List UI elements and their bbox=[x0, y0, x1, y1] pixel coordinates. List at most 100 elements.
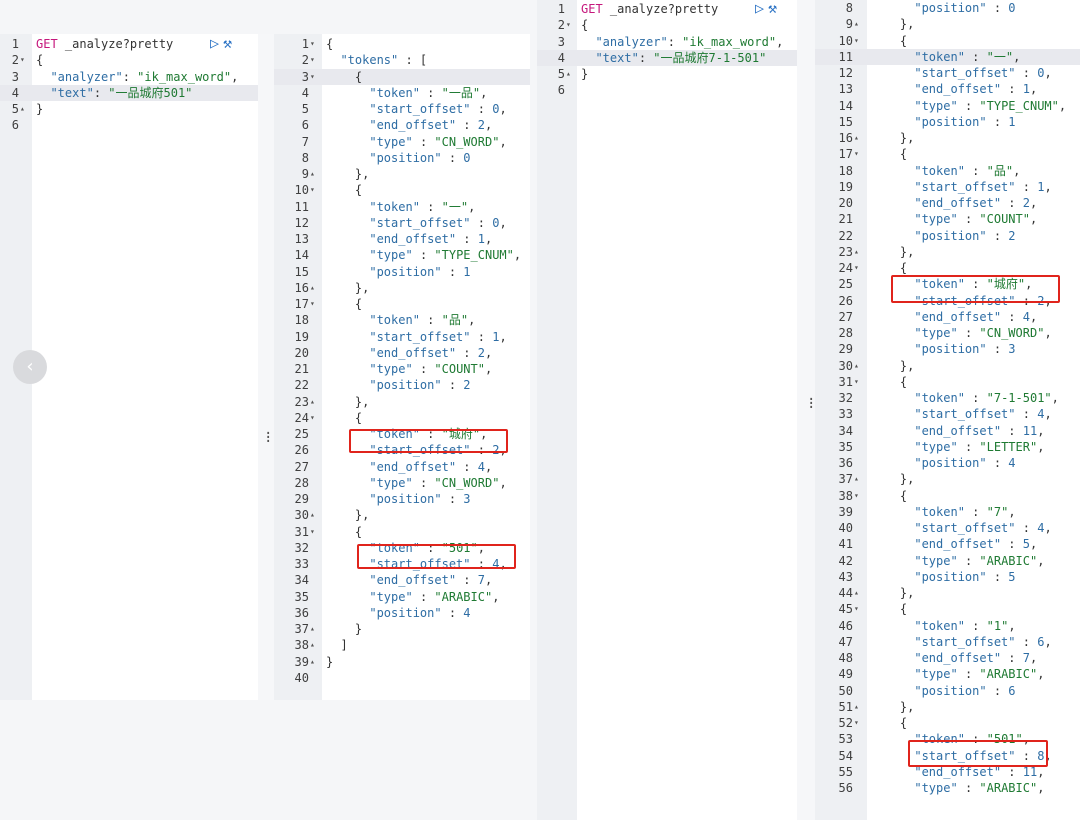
fold-close-icon[interactable]: ▴ bbox=[854, 358, 859, 374]
previous-screenshot-icon[interactable]: ‹ bbox=[13, 350, 47, 384]
fold-open-icon[interactable]: ▾ bbox=[310, 296, 315, 312]
line-number: 21 bbox=[838, 212, 853, 227]
code-token: , bbox=[499, 102, 507, 116]
fold-open-icon[interactable]: ▾ bbox=[20, 52, 25, 68]
code-line: 27 "end_offset" : 4, bbox=[815, 309, 1080, 325]
code-token: : bbox=[456, 345, 478, 360]
fold-open-icon[interactable]: ▾ bbox=[310, 524, 315, 540]
code-line: 48 "end_offset" : 7, bbox=[815, 650, 1080, 666]
line-number: 15 bbox=[294, 264, 309, 279]
line-number: 23 bbox=[838, 244, 853, 259]
code-text: { bbox=[871, 146, 907, 162]
code-token: "position" bbox=[914, 683, 987, 698]
code-token: "ARABIC" bbox=[979, 781, 1038, 795]
fold-close-icon[interactable]: ▴ bbox=[310, 654, 315, 670]
code-token: "start_offset" bbox=[914, 634, 1016, 649]
fold-open-icon[interactable]: ▾ bbox=[310, 410, 315, 426]
fold-close-icon[interactable]: ▴ bbox=[310, 621, 315, 637]
fold-close-icon[interactable]: ▴ bbox=[854, 585, 859, 601]
settings-wrench-icon[interactable]: ⚒ bbox=[768, 0, 777, 17]
pane-resize-handle-icon[interactable]: · · · bbox=[264, 427, 272, 449]
code-token: }, bbox=[326, 167, 370, 181]
line-number: 32 bbox=[838, 391, 853, 405]
code-line: 4 "text": "一品城府501" bbox=[0, 84, 258, 101]
fold-close-icon[interactable]: ▴ bbox=[854, 16, 859, 32]
fold-open-icon[interactable]: ▾ bbox=[854, 374, 859, 390]
fold-open-icon[interactable]: ▾ bbox=[854, 715, 859, 731]
code-token: : bbox=[638, 50, 654, 65]
run-request-icon[interactable]: ▷ bbox=[755, 0, 764, 17]
fold-open-icon[interactable]: ▾ bbox=[854, 146, 859, 162]
code-line: 21 "type" : "COUNT", bbox=[815, 211, 1080, 227]
code-token: "ik_max_word" bbox=[682, 34, 777, 49]
code-token: { bbox=[871, 488, 908, 503]
fold-open-icon[interactable]: ▾ bbox=[310, 52, 315, 68]
fold-close-icon[interactable]: ▴ bbox=[854, 244, 859, 260]
code-token: "type" bbox=[369, 475, 413, 490]
code-text: "type" : "CN_WORD", bbox=[871, 325, 1051, 341]
line-number: 1 bbox=[11, 37, 19, 51]
code-token: 2 bbox=[477, 118, 485, 133]
fold-open-icon[interactable]: ▾ bbox=[310, 182, 315, 198]
line-number: 47 bbox=[838, 634, 853, 649]
code-text: { bbox=[326, 182, 362, 198]
code-token: { bbox=[326, 37, 334, 51]
fold-close-icon[interactable]: ▴ bbox=[310, 394, 315, 410]
fold-open-icon[interactable]: ▾ bbox=[310, 69, 315, 85]
fold-close-icon[interactable]: ▴ bbox=[20, 101, 25, 117]
right-request-editor[interactable]: 1 GET _analyze?pretty 2 ▾ {3 "analyzer": "ik… bbox=[537, 0, 797, 820]
code-token: "token" bbox=[369, 199, 420, 214]
code-token: , bbox=[499, 329, 507, 344]
code-token: : bbox=[957, 439, 980, 454]
code-token: , bbox=[1013, 163, 1021, 178]
line-number: 20 bbox=[838, 196, 853, 210]
left-pane-divider[interactable] bbox=[258, 34, 274, 700]
code-token: 1 bbox=[477, 232, 485, 246]
fold-close-icon[interactable]: ▴ bbox=[310, 280, 315, 296]
code-token: "token" bbox=[914, 504, 965, 519]
fold-open-icon[interactable]: ▾ bbox=[854, 260, 859, 276]
fold-close-icon[interactable]: ▴ bbox=[310, 166, 315, 182]
code-token: , bbox=[1037, 764, 1045, 779]
code-token: "start_offset" bbox=[369, 443, 471, 458]
code-token: 11 bbox=[1022, 423, 1038, 438]
code-token: : bbox=[1015, 634, 1038, 649]
code-token: "ARABIC" bbox=[434, 589, 493, 604]
code-line: 40 "start_offset" : 4, bbox=[815, 520, 1080, 536]
code-token: "501" bbox=[441, 540, 478, 555]
fold-close-icon[interactable]: ▴ bbox=[310, 507, 315, 523]
code-line: 17 ▾ { bbox=[815, 146, 1080, 162]
line-number: 50 bbox=[838, 683, 853, 698]
code-token: , bbox=[477, 540, 485, 555]
code-token: "end_offset" bbox=[914, 309, 1002, 324]
fold-close-icon[interactable]: ▴ bbox=[854, 699, 859, 715]
fold-open-icon[interactable]: ▾ bbox=[854, 33, 859, 49]
fold-close-icon[interactable]: ▴ bbox=[854, 471, 859, 487]
code-token: , bbox=[1008, 618, 1016, 633]
code-text: "type" : "ARABIC", bbox=[871, 666, 1044, 682]
line-number: 23 bbox=[294, 394, 309, 409]
code-line: 18 "token" : "品", bbox=[274, 312, 530, 328]
settings-wrench-icon[interactable]: ⚒ bbox=[223, 34, 232, 52]
fold-close-icon[interactable]: ▴ bbox=[854, 130, 859, 146]
fold-close-icon[interactable]: ▴ bbox=[310, 637, 315, 653]
fold-close-icon[interactable]: ▴ bbox=[566, 66, 571, 82]
code-token: "COUNT" bbox=[979, 212, 1030, 227]
code-token: : bbox=[412, 475, 435, 490]
fold-open-icon[interactable]: ▾ bbox=[854, 601, 859, 617]
code-line: 39 ▴} bbox=[274, 654, 530, 670]
code-text: "start_offset" : 4, bbox=[871, 520, 1051, 536]
code-line: 9 ▴ }, bbox=[815, 16, 1080, 32]
fold-open-icon[interactable]: ▾ bbox=[310, 36, 315, 52]
code-line: 35 "type" : "ARABIC", bbox=[274, 589, 530, 605]
fold-open-icon[interactable]: ▾ bbox=[854, 488, 859, 504]
line-number: 17 bbox=[294, 297, 309, 311]
fold-open-icon[interactable]: ▾ bbox=[566, 17, 571, 33]
code-line: 27 "end_offset" : 4, bbox=[274, 459, 530, 475]
run-request-icon[interactable]: ▷ bbox=[210, 34, 219, 52]
code-text: } bbox=[326, 621, 362, 637]
